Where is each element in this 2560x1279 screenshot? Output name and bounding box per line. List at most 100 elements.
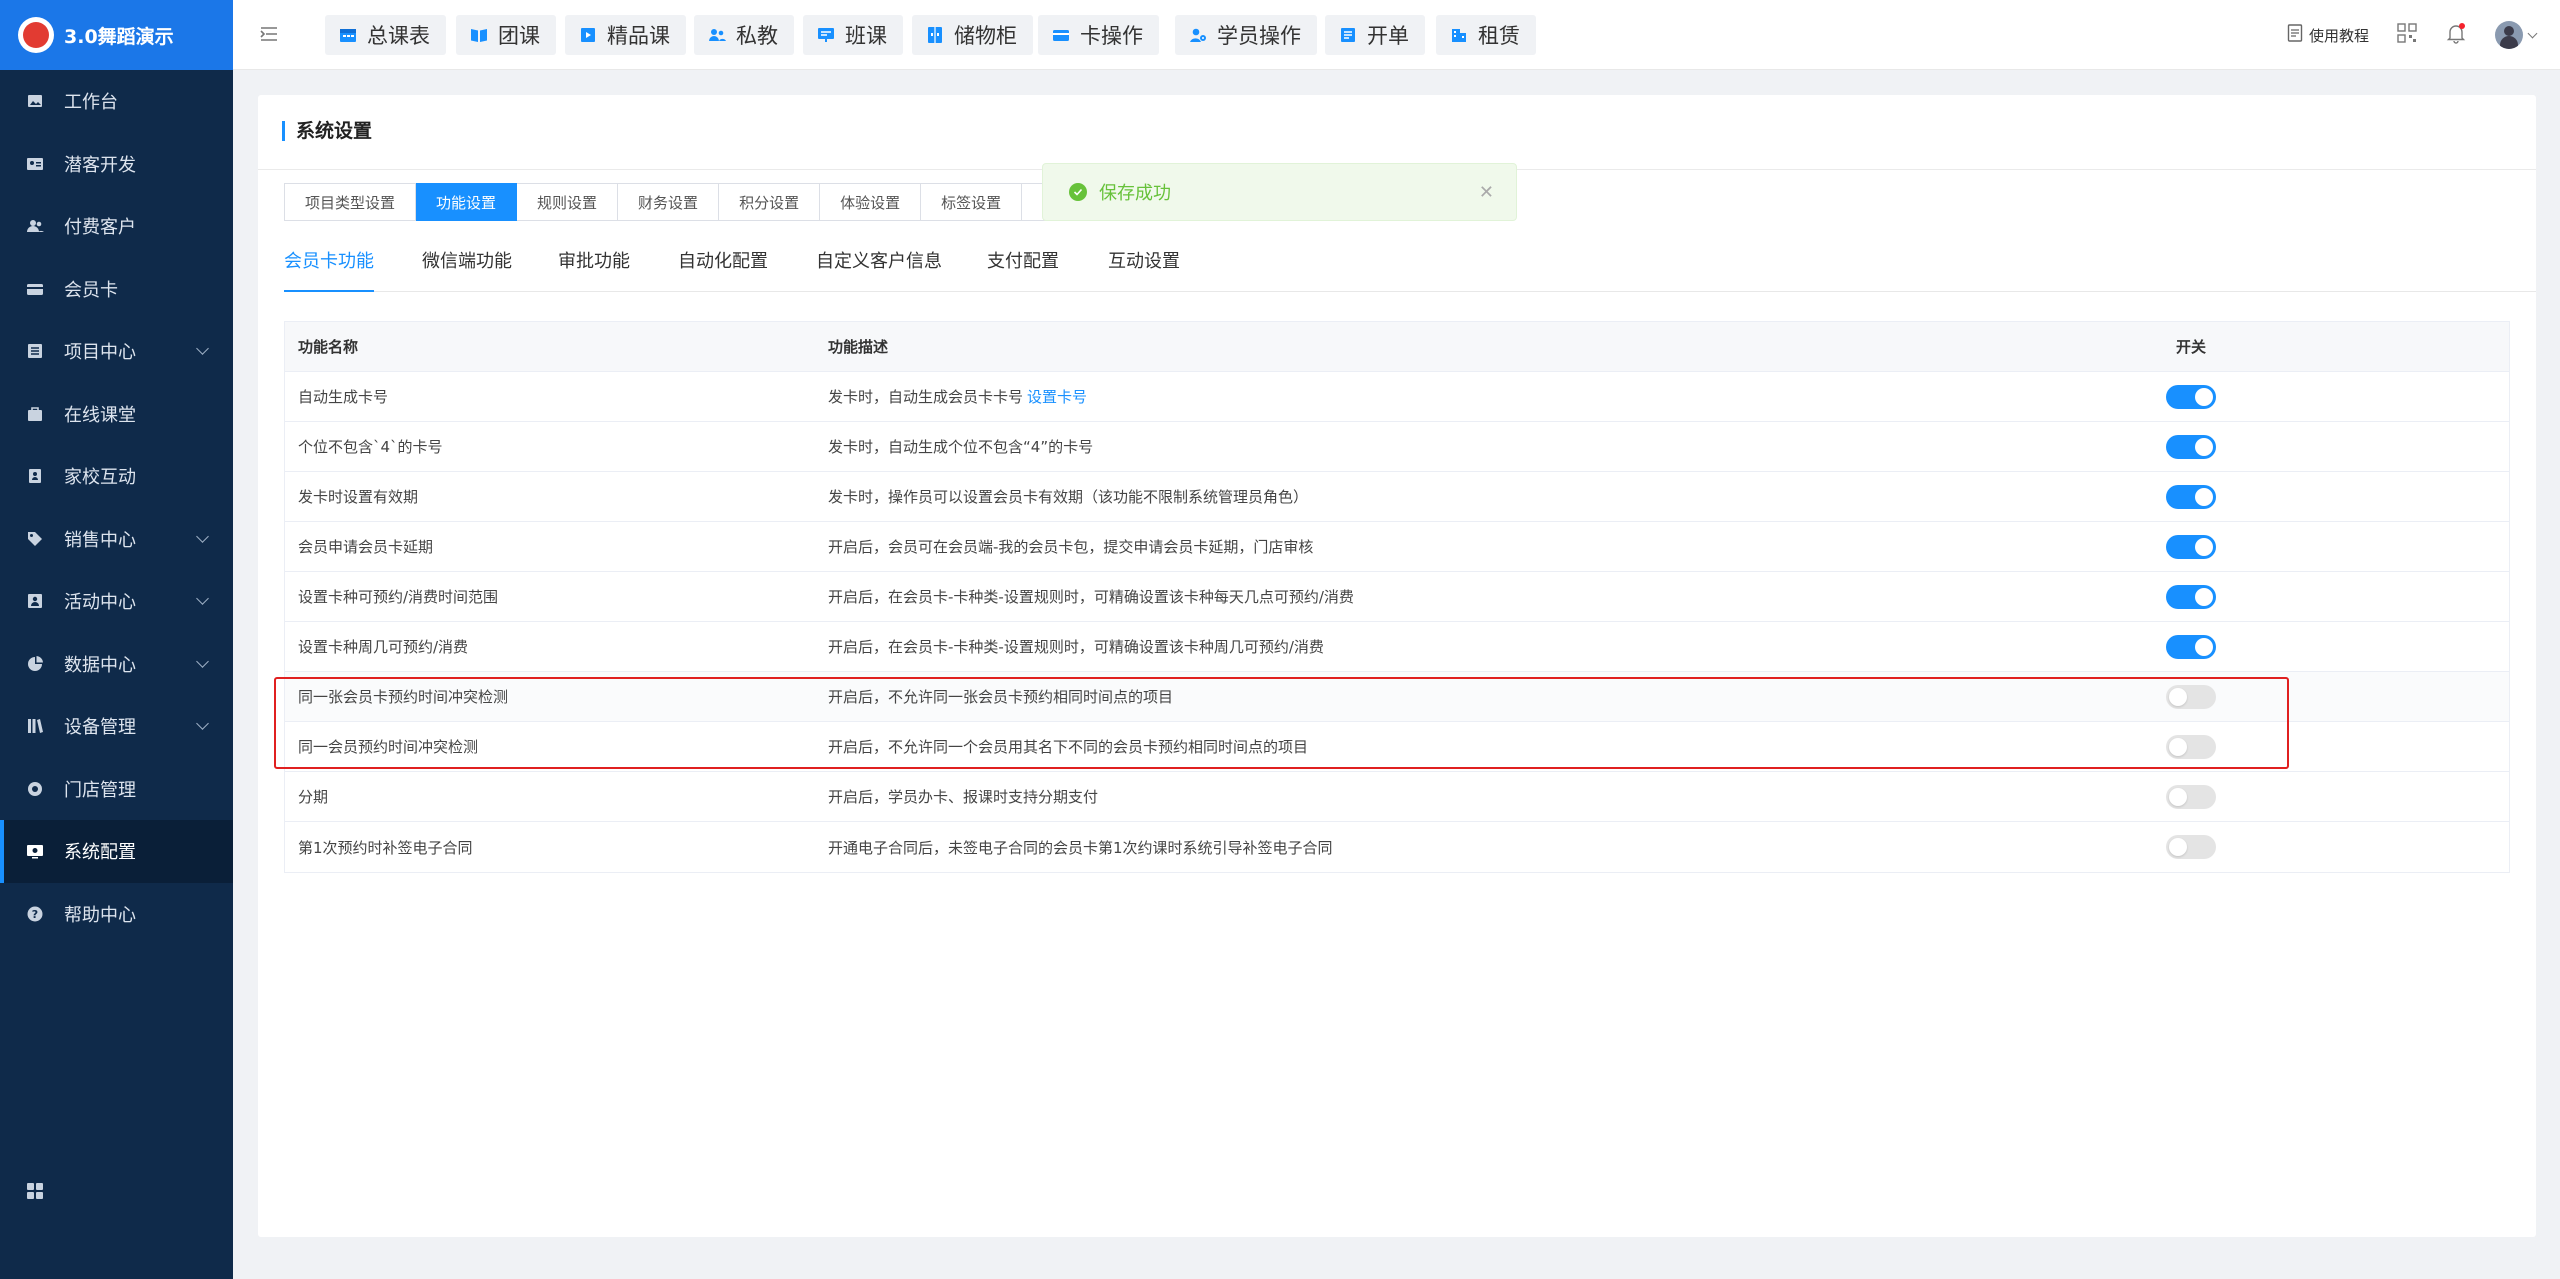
feature-name: 分期 xyxy=(298,788,329,806)
switch-cell xyxy=(2141,584,2241,609)
switch-cell xyxy=(2141,634,2241,659)
sidebar-item-card[interactable]: 会员卡 xyxy=(0,258,233,321)
topbar: 总课表 团课 精品课 私教 班课 储物柜 卡操作 学员操作 开单 租赁 使用教程 xyxy=(233,0,2560,70)
tab-setting[interactable]: 积分设置 xyxy=(719,183,821,221)
menu-fold-icon[interactable] xyxy=(259,24,279,48)
close-icon[interactable]: ✕ xyxy=(1479,182,1494,203)
feature-toggle[interactable] xyxy=(2166,734,2216,759)
feature-desc: 发卡时，自动生成个位不包含“4”的卡号 xyxy=(828,438,1094,456)
sidebar-item-bag[interactable]: 在线课堂 xyxy=(0,383,233,446)
locker-icon xyxy=(926,26,944,44)
sidebar-item-label: 家校互动 xyxy=(64,467,136,489)
feature-name: 会员申请会员卡延期 xyxy=(298,538,434,556)
sidebar-item-list[interactable]: 项目中心 xyxy=(0,320,233,383)
feature-desc-cell: 发卡时，自动生成会员卡卡号 设置卡号 xyxy=(815,386,2105,407)
pie-chart-icon xyxy=(26,655,44,673)
sidebar-item-users[interactable]: 付费客户 xyxy=(0,195,233,258)
tab-setting[interactable]: 财务设置 xyxy=(618,183,720,221)
sidebar-item-label: 工作台 xyxy=(64,92,118,114)
shortcut-video[interactable]: 精品课 xyxy=(565,15,686,55)
switch-cell xyxy=(2141,534,2241,559)
help-icon: ? xyxy=(26,905,44,923)
shortcut-label: 总课表 xyxy=(367,24,430,48)
subtab[interactable]: 自定义客户信息 xyxy=(816,247,942,292)
settings-tabs: 项目类型设置功能设置规则设置财务设置积分设置体验设置标签设置销售 xyxy=(284,183,1094,221)
sidebar-item-label: 活动中心 xyxy=(64,592,136,614)
list-icon xyxy=(26,342,44,360)
shortcut-building[interactable]: 租赁 xyxy=(1436,15,1536,55)
feature-desc: 发卡时，自动生成会员卡卡号 xyxy=(828,388,1024,406)
help-tutorial-label: 使用教程 xyxy=(2308,26,2369,45)
sidebar-item-tag[interactable]: 销售中心 xyxy=(0,508,233,571)
feature-toggle[interactable] xyxy=(2166,584,2216,609)
qrcode-button[interactable] xyxy=(2397,23,2417,47)
shortcut-card[interactable]: 卡操作 xyxy=(1038,15,1159,55)
shortcut-user-gear[interactable]: 学员操作 xyxy=(1175,15,1317,55)
apps-grid-icon[interactable] xyxy=(26,1182,44,1204)
sidebar-item-monitor[interactable]: 系统配置 xyxy=(0,820,233,883)
shortcut-label: 班课 xyxy=(845,24,887,48)
user-menu[interactable] xyxy=(2495,21,2538,49)
feature-toggle[interactable] xyxy=(2166,484,2216,509)
tag-icon xyxy=(26,530,44,548)
set-card-number-link[interactable]: 设置卡号 xyxy=(1027,388,1087,406)
shortcut-board[interactable]: 班课 xyxy=(803,15,903,55)
sidebar-item-picture[interactable]: 工作台 xyxy=(0,70,233,133)
tab-setting[interactable]: 项目类型设置 xyxy=(284,183,417,221)
subtab[interactable]: 互动设置 xyxy=(1108,247,1180,292)
success-toast: 保存成功 ✕ xyxy=(1042,163,1517,221)
sidebar-item-target[interactable]: 门店管理 xyxy=(0,758,233,821)
subtab[interactable]: 审批功能 xyxy=(558,247,630,292)
sidebar-item-contact-book[interactable]: 家校互动 xyxy=(0,445,233,508)
sidebar-item-pie-chart[interactable]: 数据中心 xyxy=(0,633,233,696)
table-row: 会员申请会员卡延期 开启后，会员可在会员端-我的会员卡包，提交申请会员卡延期，门店… xyxy=(285,522,2509,572)
tab-setting[interactable]: 体验设置 xyxy=(820,183,922,221)
shortcut-calendar[interactable]: 总课表 xyxy=(325,15,446,55)
sidebar-item-label: 在线课堂 xyxy=(64,404,136,426)
subtab[interactable]: 微信端功能 xyxy=(422,247,512,292)
toggle-knob xyxy=(2195,587,2213,606)
shortcut-locker[interactable]: 储物柜 xyxy=(912,15,1033,55)
card-icon xyxy=(26,280,44,298)
tab-setting[interactable]: 规则设置 xyxy=(517,183,619,221)
shortcut-users[interactable]: 私教 xyxy=(694,15,794,55)
feature-toggle[interactable] xyxy=(2166,434,2216,459)
chevron-down-icon xyxy=(196,529,209,543)
sidebar-item-help[interactable]: ? 帮助中心 xyxy=(0,883,233,946)
subtab[interactable]: 会员卡功能 xyxy=(284,247,374,292)
feature-desc: 开通电子合同后，未签电子合同的会员卡第1次约课时系统引导补签电子合同 xyxy=(828,838,1333,857)
shortcut-label: 卡操作 xyxy=(1080,24,1143,48)
sidebar-item-books[interactable]: 设备管理 xyxy=(0,695,233,758)
feature-toggle[interactable] xyxy=(2166,384,2216,409)
header-name: 功能名称 xyxy=(298,338,359,356)
sidebar-item-person-board[interactable]: 活动中心 xyxy=(0,570,233,633)
feature-toggle[interactable] xyxy=(2166,835,2216,859)
user-gear-icon xyxy=(1189,26,1207,44)
shortcut-book[interactable]: 团课 xyxy=(456,15,556,55)
page-title: 系统设置 xyxy=(282,121,372,141)
tab-setting[interactable]: 功能设置 xyxy=(416,183,518,221)
feature-toggle[interactable] xyxy=(2166,634,2216,659)
sidebar-item-label: 付费客户 xyxy=(64,217,136,239)
logo-icon xyxy=(18,17,54,53)
feature-toggle[interactable] xyxy=(2166,534,2216,559)
notification-button[interactable] xyxy=(2445,22,2467,48)
books-icon xyxy=(26,717,44,735)
help-tutorial-button[interactable]: 使用教程 xyxy=(2287,24,2369,46)
subtab[interactable]: 自动化配置 xyxy=(678,247,768,292)
app-title: 3.0舞蹈演示 xyxy=(64,25,174,48)
tab-setting[interactable]: 标签设置 xyxy=(921,183,1023,221)
table-row: 自动生成卡号 发卡时，自动生成会员卡卡号 设置卡号 xyxy=(285,372,2509,422)
sidebar-item-contact-card[interactable]: 潜客开发 xyxy=(0,133,233,196)
feature-desc-cell: 开启后，会员可在会员端-我的会员卡包，提交申请会员卡延期，门店审核 xyxy=(815,536,2105,557)
feature-name: 设置卡种可预约/消费时间范围 xyxy=(298,588,499,606)
shortcut-receipt[interactable]: 开单 xyxy=(1325,15,1425,55)
table-row: 发卡时设置有效期 发卡时，操作员可以设置会员卡有效期（该功能不限制系统管理员角色） xyxy=(285,472,2509,522)
shortcut-label: 团课 xyxy=(498,24,540,48)
subtab[interactable]: 支付配置 xyxy=(987,247,1059,292)
feature-toggle[interactable] xyxy=(2166,684,2216,709)
feature-name: 同一张会员卡预约时间冲突检测 xyxy=(298,688,509,706)
switch-cell xyxy=(2141,734,2241,759)
app-logo[interactable]: 3.0舞蹈演示 xyxy=(0,0,233,70)
feature-toggle[interactable] xyxy=(2166,784,2216,809)
